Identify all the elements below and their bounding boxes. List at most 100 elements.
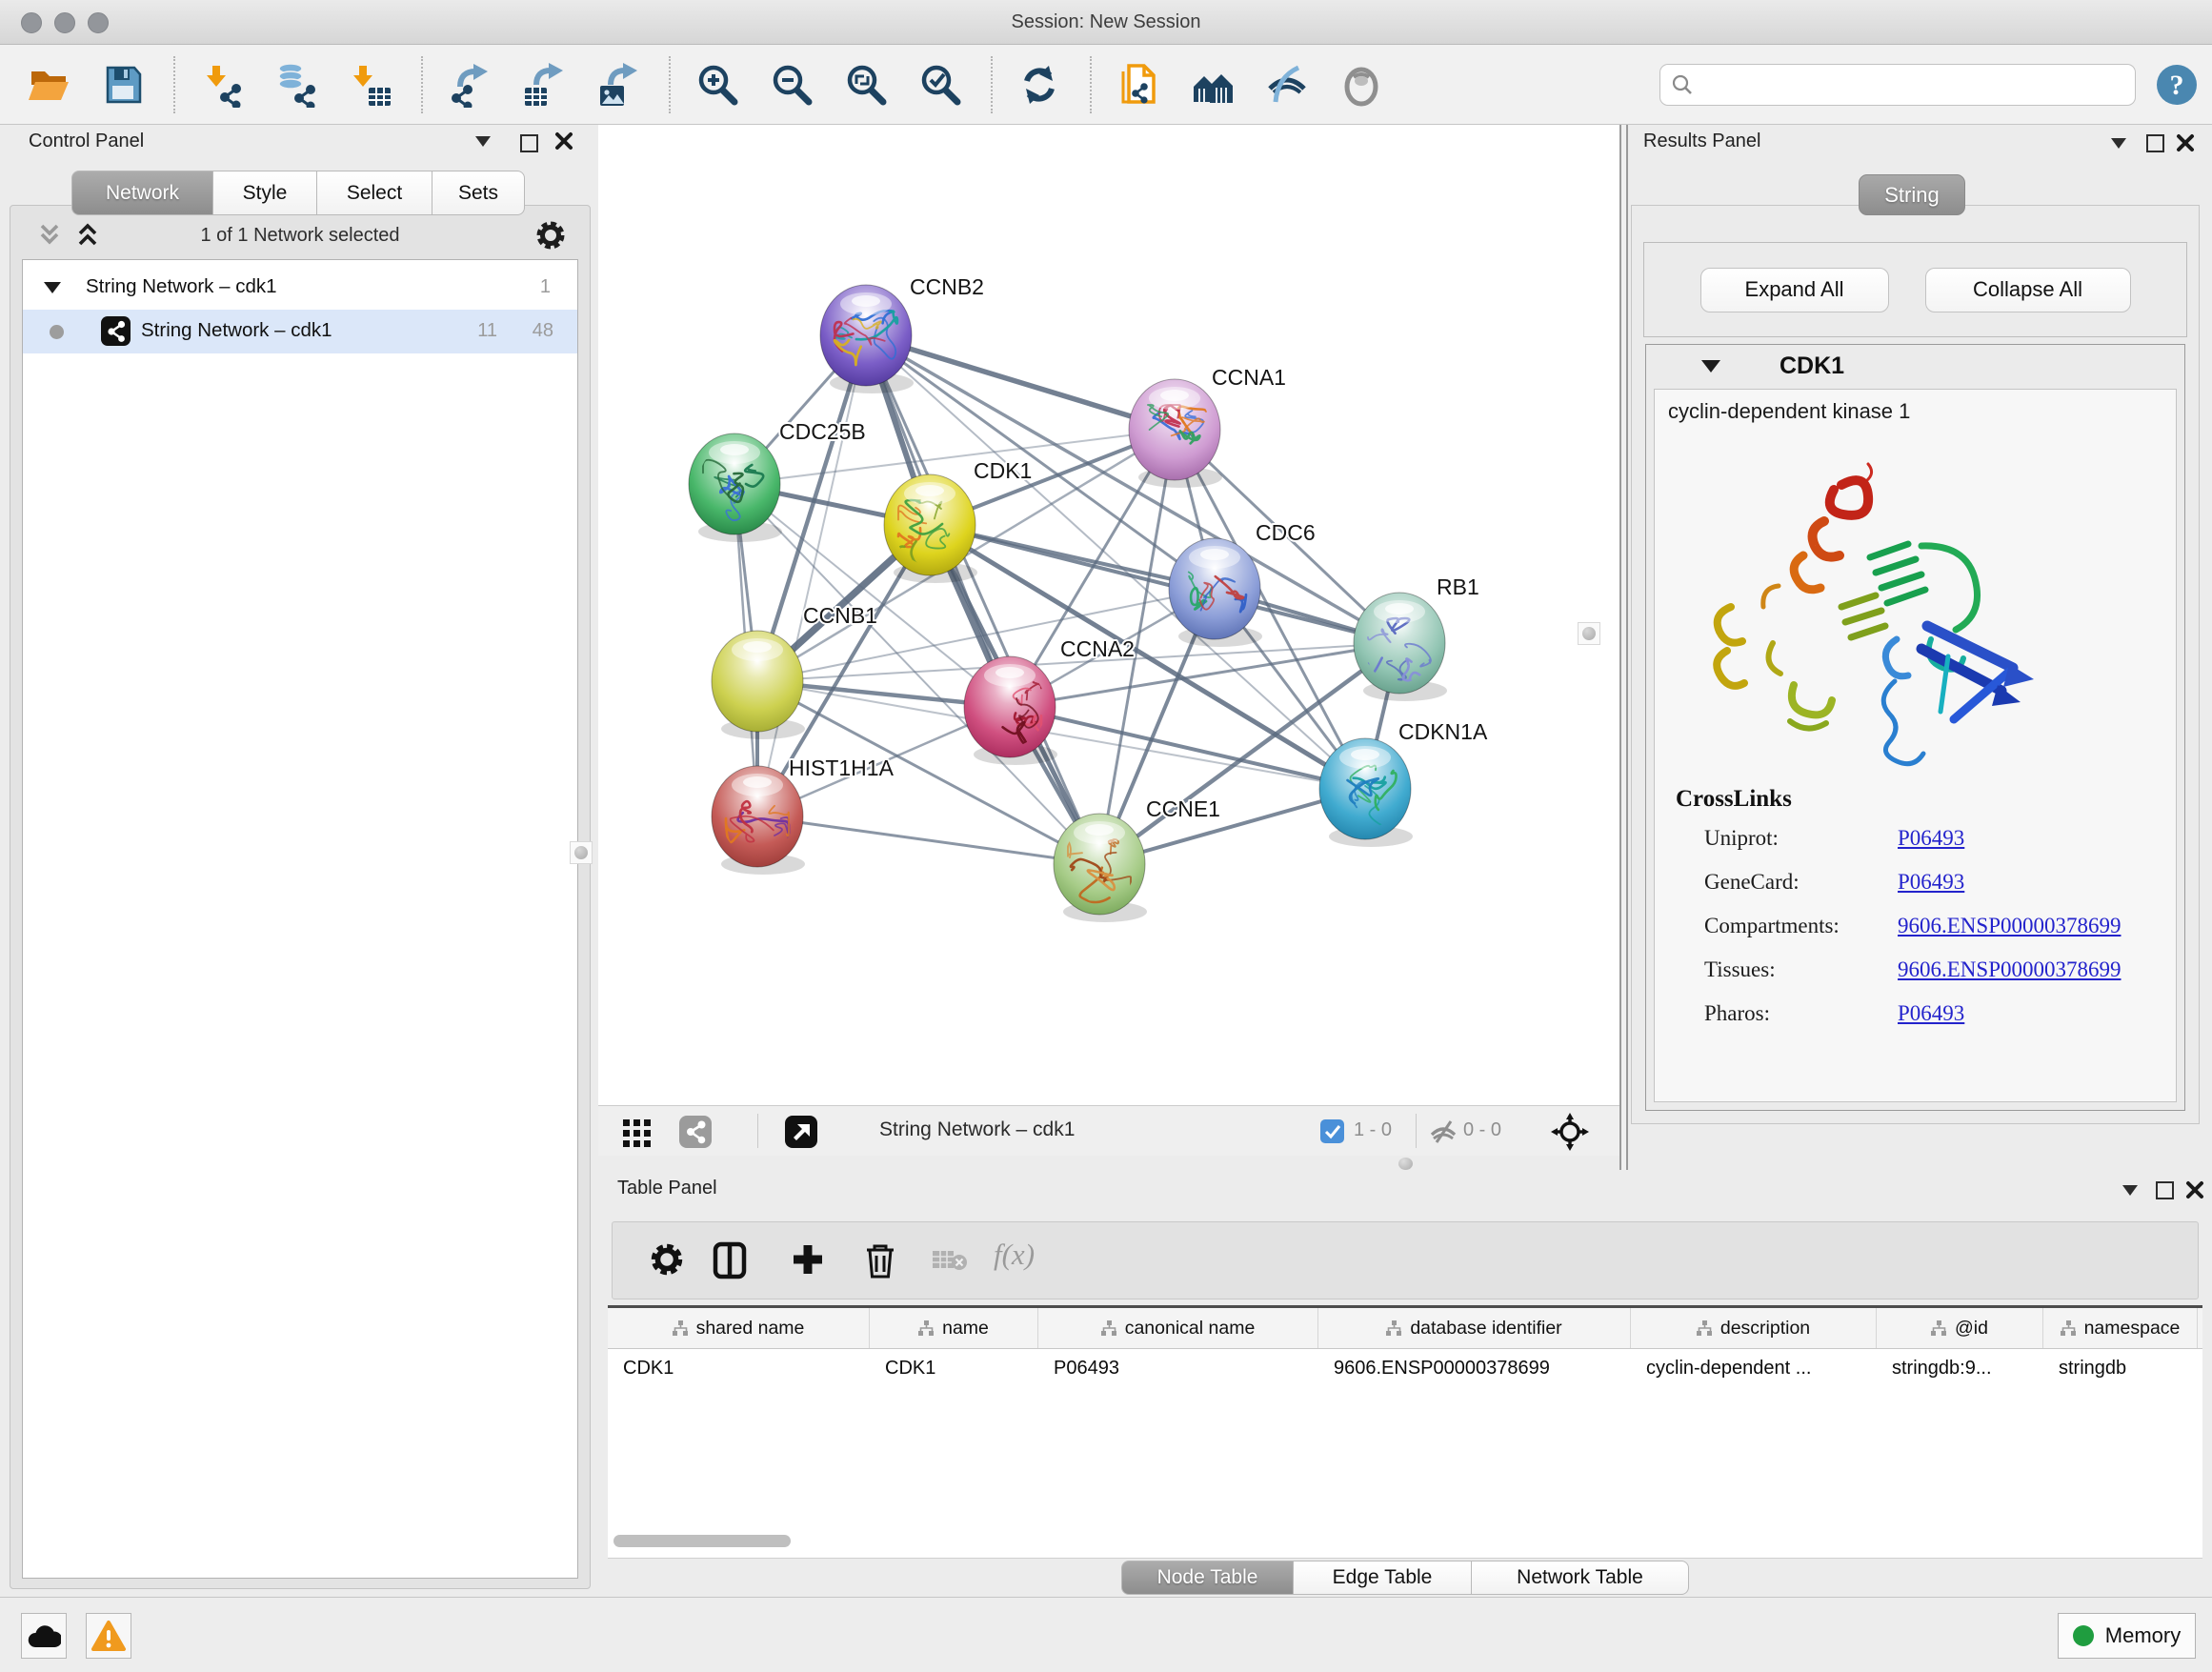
network-node-ccna1[interactable]	[1129, 379, 1220, 480]
fit-selected-button[interactable]	[1551, 1113, 1589, 1156]
network-node-cdk1[interactable]	[884, 474, 975, 575]
table-cell[interactable]: stringdb:9...	[1877, 1349, 2043, 1391]
column-header-database-identifier[interactable]: database identifier	[1318, 1308, 1631, 1348]
export-network-button[interactable]	[446, 55, 493, 114]
delete-column-button[interactable]	[862, 1241, 898, 1284]
panel-close-button[interactable]	[554, 131, 573, 155]
network-node-ccne1[interactable]	[1054, 814, 1145, 915]
grid-view-button[interactable]	[621, 1116, 654, 1153]
table-cell[interactable]: cyclin-dependent ...	[1631, 1349, 1877, 1391]
table-row[interactable]: CDK1CDK1P064939606.ENSP00000378699cyclin…	[608, 1349, 2202, 1391]
birdseye-view-button[interactable]	[785, 1116, 817, 1153]
panel-float-button[interactable]	[2146, 134, 2164, 157]
network-node-ccna2[interactable]	[964, 656, 1056, 757]
panel-close-button[interactable]	[2176, 133, 2195, 157]
hidden-eye-icon[interactable]	[1429, 1118, 1458, 1150]
import-table-button[interactable]	[347, 55, 394, 114]
horizontal-scrollbar[interactable]	[613, 1535, 791, 1547]
column-header-namespace[interactable]: namespace	[2043, 1308, 2198, 1348]
column-header-description[interactable]: description	[1631, 1308, 1877, 1348]
export-image-button[interactable]	[594, 55, 642, 114]
panel-menu-button[interactable]	[2111, 136, 2126, 153]
table-cell[interactable]: 9606.ENSP00000378699	[1318, 1349, 1631, 1391]
table-options-button[interactable]	[649, 1241, 685, 1282]
annotation-button[interactable]	[1115, 55, 1162, 114]
cloud-status-button[interactable]	[21, 1613, 67, 1659]
node-label-cdc6: CDC6	[1256, 520, 1316, 545]
network-node-cdc6[interactable]	[1169, 538, 1260, 639]
tab-select[interactable]: Select	[317, 171, 432, 215]
tab-network[interactable]: Network	[71, 171, 213, 215]
network-node-cdkn1a[interactable]	[1319, 738, 1411, 839]
table-cell[interactable]: P06493	[1038, 1349, 1318, 1391]
open-session-button[interactable]	[25, 55, 72, 114]
tab-style[interactable]: Style	[213, 171, 317, 215]
network-graph[interactable]: CCNB2CCNA1CDC25BCDK1CDC6RB1CCNB1CCNA2CDK…	[598, 125, 1619, 1105]
network-node-ccnb1[interactable]	[712, 631, 803, 732]
show-columns-button[interactable]	[712, 1241, 750, 1284]
network-collection-row[interactable]: String Network – cdk1 1	[23, 266, 577, 310]
warnings-button[interactable]	[86, 1613, 131, 1659]
network-node-ccnb2[interactable]	[820, 285, 912, 386]
network-row-selected[interactable]: String Network – cdk1 11 48	[23, 310, 577, 353]
tab-sets[interactable]: Sets	[432, 171, 525, 215]
right-splitter-handle[interactable]	[1578, 622, 1600, 645]
zoom-fit-button[interactable]	[842, 55, 890, 114]
vertical-divider[interactable]	[1619, 125, 1628, 1170]
network-edge-hist1h1a-ccne1[interactable]	[757, 816, 1099, 864]
save-session-button[interactable]	[99, 55, 147, 114]
network-node-hist1h1a[interactable]	[712, 766, 803, 867]
left-splitter-handle[interactable]	[570, 841, 593, 864]
network-overview-button[interactable]	[1189, 55, 1237, 114]
network-canvas[interactable]: CCNB2CCNA1CDC25BCDK1CDC6RB1CCNB1CCNA2CDK…	[598, 125, 1619, 1105]
panel-float-button[interactable]	[2156, 1181, 2174, 1204]
network-node-cdc25b[interactable]	[689, 433, 780, 534]
crosslink-link[interactable]: 9606.ENSP00000378699	[1898, 914, 2122, 938]
panel-menu-button[interactable]	[475, 134, 491, 151]
hide-selected-button[interactable]	[1263, 55, 1311, 114]
tab-edge-table[interactable]: Edge Table	[1294, 1561, 1472, 1595]
function-builder-button[interactable]: f(x)	[994, 1238, 1035, 1272]
network-node-rb1[interactable]	[1354, 593, 1445, 694]
network-edge-ccnb2-ccne1[interactable]	[866, 335, 1099, 864]
table-cell[interactable]: CDK1	[608, 1349, 870, 1391]
help-button[interactable]: ?	[2155, 63, 2199, 107]
show-all-button[interactable]	[1337, 55, 1385, 114]
zoom-selected-button[interactable]	[916, 55, 964, 114]
import-network-database-button[interactable]	[272, 55, 320, 114]
crosslink-link[interactable]: P06493	[1898, 870, 1964, 895]
panel-float-button[interactable]	[520, 134, 538, 157]
column-header-canonical-name[interactable]: canonical name	[1038, 1308, 1318, 1348]
network-options-button[interactable]	[534, 219, 567, 256]
zoom-in-button[interactable]	[694, 55, 741, 114]
import-network-file-button[interactable]	[198, 55, 246, 114]
selected-checkbox-icon[interactable]	[1320, 1119, 1344, 1148]
expand-all-button[interactable]: Expand All	[1700, 268, 1889, 312]
delete-table-button[interactable]	[933, 1249, 969, 1279]
network-view-button[interactable]	[679, 1116, 712, 1153]
network-edge-ccnb2-hist1h1a[interactable]	[757, 335, 866, 816]
collapse-all-button[interactable]: Collapse All	[1925, 268, 2131, 312]
tab-string[interactable]: String	[1859, 174, 1965, 215]
refresh-button[interactable]	[1016, 55, 1063, 114]
panel-menu-button[interactable]	[2122, 1183, 2138, 1200]
crosslink-link[interactable]: 9606.ENSP00000378699	[1898, 957, 2122, 982]
tab-network-table[interactable]: Network Table	[1472, 1561, 1689, 1595]
panel-close-button[interactable]	[2185, 1180, 2204, 1204]
memory-button[interactable]: Memory	[2058, 1613, 2196, 1659]
create-column-button[interactable]	[790, 1241, 826, 1282]
column-header-shared-name[interactable]: shared name	[608, 1308, 870, 1348]
column-header-name[interactable]: name	[870, 1308, 1038, 1348]
crosslink-link[interactable]: P06493	[1898, 1001, 1964, 1026]
network-edge-cdk1-rb1[interactable]	[930, 525, 1399, 643]
column-header--id[interactable]: @id	[1877, 1308, 2043, 1348]
crosslink-link[interactable]: P06493	[1898, 826, 1964, 851]
table-cell[interactable]: stringdb	[2043, 1349, 2198, 1391]
export-table-button[interactable]	[520, 55, 568, 114]
table-cell[interactable]: CDK1	[870, 1349, 1038, 1391]
zoom-out-button[interactable]	[768, 55, 815, 114]
section-collapse-triangle-icon[interactable]	[1701, 360, 1720, 373]
tab-node-table[interactable]: Node Table	[1121, 1561, 1294, 1595]
search-input[interactable]	[1695, 72, 2125, 96]
collapse-triangle-icon[interactable]	[44, 282, 61, 293]
